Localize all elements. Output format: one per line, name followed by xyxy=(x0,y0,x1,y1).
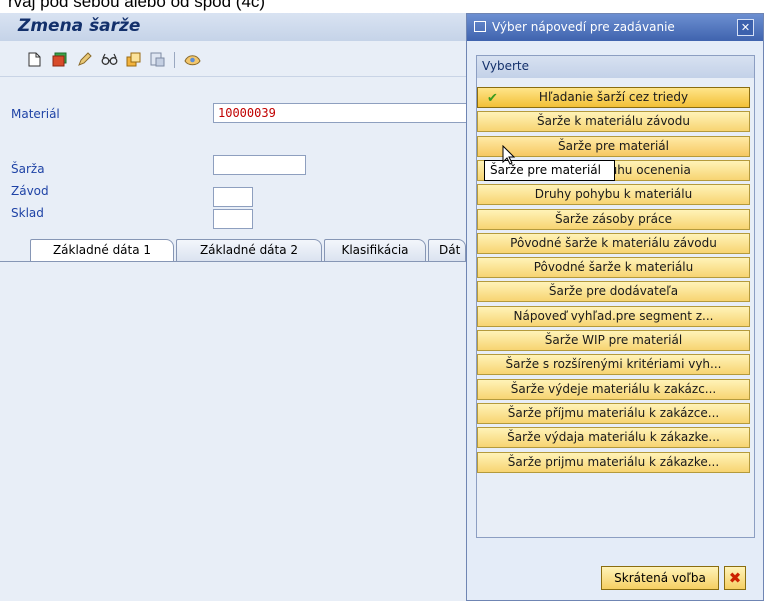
search-help-option[interactable]: Druhy pohybu k materiálu xyxy=(477,184,750,206)
search-help-option[interactable]: Šarže pre dodávateľa xyxy=(477,281,750,303)
plant-field[interactable] xyxy=(213,187,253,207)
material-field[interactable] xyxy=(213,103,473,123)
search-help-option[interactable]: Šarže prĳmu materiálu k zákazke... xyxy=(477,451,750,473)
search-help-option[interactable]: Šarže zásoby práce xyxy=(477,208,750,230)
popup-window-icon xyxy=(474,21,486,32)
search-help-popup: Výber nápovedí pre zadávanie ✕ Vyberte ✔… xyxy=(466,13,764,601)
popup-title-bar: Výber nápovedí pre zadávanie ✕ xyxy=(467,14,763,41)
save-icon[interactable] xyxy=(51,52,67,68)
tab-basic-data-2[interactable]: Základné dáta 2 xyxy=(176,239,322,261)
option-label: Druhy pohybu k materiálu xyxy=(534,187,693,202)
search-help-option[interactable]: Pôvodné šarže k materiálu xyxy=(477,257,750,279)
top-caption: rvaj pod sebou alebo od spod (4c) xyxy=(8,0,266,11)
search-help-option[interactable]: Šarže výdaja materiálu k zákazke... xyxy=(477,427,750,449)
display-glasses-icon[interactable] xyxy=(101,52,118,68)
storage-label: Sklad xyxy=(11,206,44,220)
option-label: Šarže s rozšírenými kritériami vyh... xyxy=(505,357,722,372)
close-icon[interactable]: ✕ xyxy=(737,19,754,36)
option-label: Šarže pre dodávateľa xyxy=(548,284,679,299)
batch-label: Šarža xyxy=(11,162,45,176)
batch-field[interactable] xyxy=(213,155,306,175)
where-used-icon[interactable] xyxy=(184,52,201,68)
option-label: Šarže k materiálu závodu xyxy=(537,114,690,129)
option-label: Šarže zásoby práce xyxy=(554,211,673,226)
page-title: Zmena šarže xyxy=(18,16,141,36)
option-label: Šarže pre materiál xyxy=(558,138,669,153)
search-help-option[interactable]: Šarže výdeje materiálu k zakázc... xyxy=(477,378,750,400)
option-label: Šarže výdeje materiálu k zakázc... xyxy=(510,381,717,396)
search-help-option[interactable]: Šarže pre materiál xyxy=(477,135,750,157)
search-help-option[interactable]: Šarže s rozšírenými kritériami vyh... xyxy=(477,354,750,376)
option-label: Šarže WIP pre materiál xyxy=(544,333,683,347)
search-help-option[interactable]: Šarže WIP pre materiál xyxy=(477,330,750,351)
option-label: Šarže výdaja materiálu k zákazke... xyxy=(507,430,720,445)
search-help-option[interactable]: ✔ Hľadanie šarží cez triedy xyxy=(477,87,750,108)
cancel-button[interactable]: ✖ xyxy=(724,566,746,590)
short-list-button[interactable]: Skrátená voľba xyxy=(601,566,719,590)
copy-icon[interactable] xyxy=(125,52,141,68)
option-label: Hľadanie šarží cez triedy xyxy=(538,90,689,104)
other-icon[interactable] xyxy=(149,52,165,68)
plant-label: Závod xyxy=(11,184,49,198)
option-label: Pôvodné šarže k materiálu xyxy=(533,260,694,275)
option-label: Pôvodné šarže k materiálu závodu xyxy=(510,235,717,250)
tab-basic-data-1[interactable]: Základné dáta 1 xyxy=(30,239,174,261)
material-label: Materiál xyxy=(11,107,60,121)
search-help-option[interactable]: Šarže k materiálu závodu xyxy=(477,111,750,133)
popup-title: Výber nápovedí pre zadávanie xyxy=(492,20,675,34)
search-help-option[interactable]: Nápoveď vyhľad.pre segment z... xyxy=(477,305,750,327)
option-label: Šarže prĳmu materiálu k zákazke... xyxy=(507,454,720,469)
storage-field[interactable] xyxy=(213,209,253,229)
toolbar-separator xyxy=(174,52,175,68)
option-label: Šarže příjmu materiálu k zakázce... xyxy=(507,405,720,420)
cancel-icon: ✖ xyxy=(728,569,742,587)
checkmark-icon: ✔ xyxy=(487,91,498,106)
search-help-option[interactable]: Pôvodné šarže k materiálu závodu xyxy=(477,232,750,254)
option-label: Nápoveď vyhľad.pre segment z... xyxy=(513,308,714,323)
tab-data-truncated[interactable]: Dát xyxy=(428,239,466,261)
search-help-option[interactable]: Šarže příjmu materiálu k zakázce... xyxy=(477,402,750,424)
group-title: Vyberte xyxy=(477,56,754,78)
tab-classification[interactable]: Klasifikácia xyxy=(324,239,426,261)
change-pencil-icon[interactable] xyxy=(76,52,92,68)
mouse-cursor-icon xyxy=(502,144,516,168)
new-document-icon[interactable] xyxy=(26,52,42,68)
